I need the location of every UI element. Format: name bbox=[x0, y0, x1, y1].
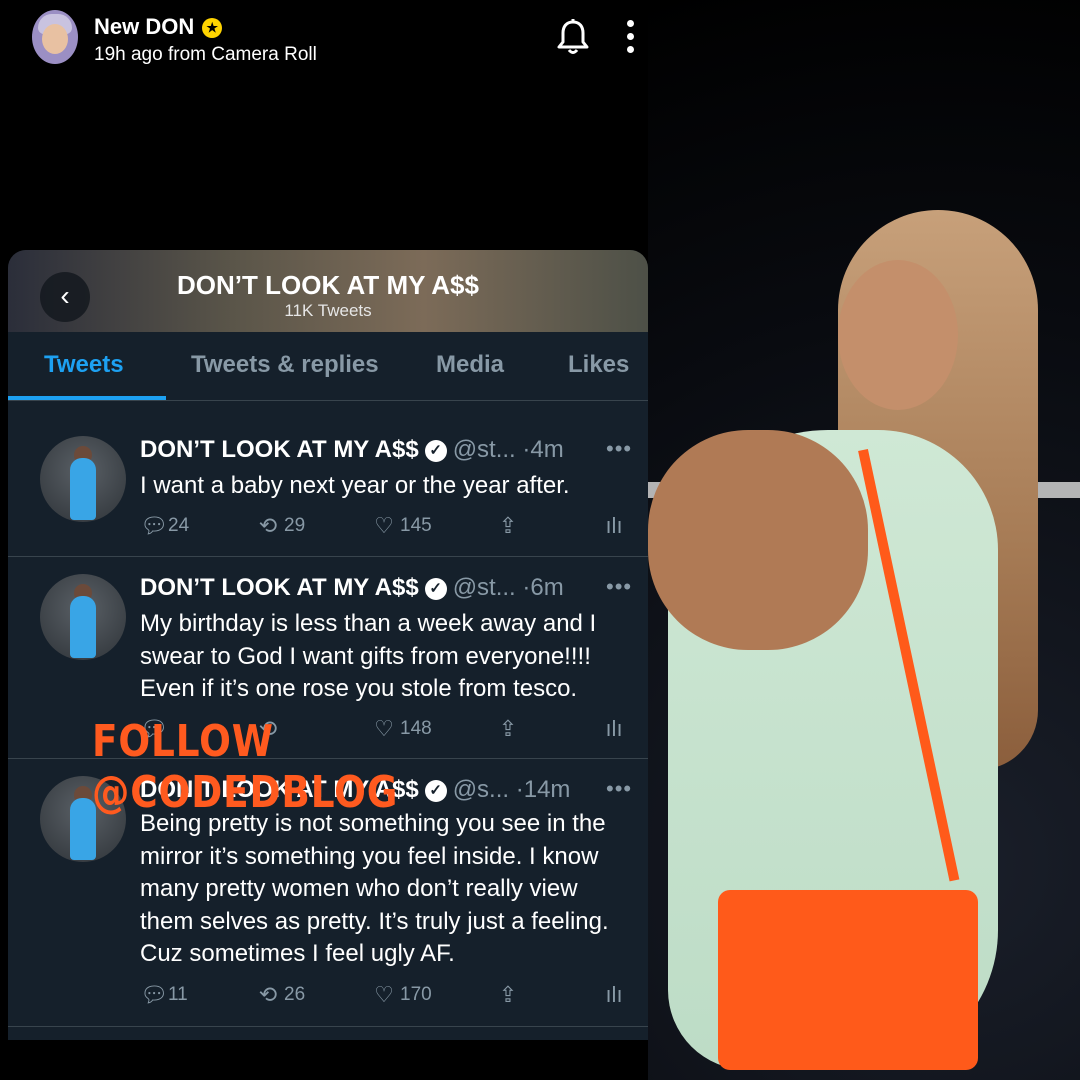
snapchat-story-panel: New DON ★ 19h ago from Camera Roll ‹ DON’… bbox=[8, 0, 648, 1080]
profile-name: DON’T LOOK AT MY A$$ bbox=[177, 270, 479, 300]
tweet-more-icon[interactable]: ••• bbox=[606, 574, 632, 600]
retweet-button[interactable]: ⟲ 26 bbox=[256, 982, 305, 1008]
heart-icon: ♡ bbox=[374, 982, 394, 1007]
tweet-avatar[interactable] bbox=[40, 574, 126, 660]
follow-watermark: FOLLOW @CODEDBLOG bbox=[92, 716, 399, 818]
tweet-text: I want a baby next year or the year afte… bbox=[140, 472, 570, 499]
tab-tweets-replies[interactable]: Tweets & replies bbox=[191, 351, 379, 379]
like-button[interactable]: ♡ 145 bbox=[372, 513, 432, 539]
share-icon: ⇪ bbox=[498, 982, 518, 1007]
photo-face bbox=[838, 260, 958, 410]
verified-badge-icon: ✓ bbox=[424, 577, 447, 600]
analytics-icon: ılı bbox=[605, 982, 623, 1007]
analytics-button[interactable]: ılı bbox=[602, 982, 626, 1008]
reply-icon: 💬︎ bbox=[140, 513, 168, 538]
tweet-time: ·4m bbox=[522, 436, 564, 463]
reply-button[interactable]: 💬︎24 bbox=[140, 513, 189, 539]
tweet-item[interactable]: DON’T LOOK AT MY A$$ ✓ @st... ·4m ••• I wa… bbox=[8, 418, 648, 557]
story-header: New DON ★ 19h ago from Camera Roll bbox=[8, 0, 648, 80]
tweet-more-icon[interactable]: ••• bbox=[606, 776, 632, 802]
tweet-handle: @st... bbox=[452, 436, 516, 463]
reply-button[interactable]: 💬︎11 bbox=[140, 982, 188, 1008]
verified-badge-icon: ✓ bbox=[424, 439, 447, 462]
tab-tweets[interactable]: Tweets bbox=[44, 351, 124, 379]
tweet-handle: @st... bbox=[452, 574, 516, 601]
tweet-text: My birthday is less than a week away and… bbox=[140, 610, 597, 702]
story-subtitle: 19h ago from Camera Roll bbox=[94, 44, 317, 65]
star-icon: ★ bbox=[202, 18, 223, 39]
tweet-more-icon[interactable]: ••• bbox=[606, 436, 632, 462]
tweet-header: DON’T LOOK AT MY A$$ ✓ @st... ·4m bbox=[140, 436, 564, 464]
bell-icon[interactable] bbox=[556, 18, 590, 56]
retweet-icon: ⟲ bbox=[258, 982, 278, 1007]
twitter-screenshot: ‹ DON’T LOOK AT MY A$$ 11K Tweets Tweets… bbox=[8, 250, 648, 1040]
reply-icon: 💬︎ bbox=[140, 982, 168, 1007]
tweet-text: Being pretty is not something you see in… bbox=[140, 810, 609, 967]
active-tab-indicator bbox=[8, 396, 166, 400]
profile-header: ‹ DON’T LOOK AT MY A$$ 11K Tweets bbox=[8, 250, 648, 332]
woman-photo bbox=[648, 0, 1080, 1080]
story-user-name[interactable]: New DON ★ bbox=[94, 14, 223, 40]
tab-likes[interactable]: Likes bbox=[568, 351, 629, 379]
share-button[interactable]: ⇪ bbox=[496, 982, 520, 1008]
tweet-count: 11K Tweets bbox=[284, 301, 372, 320]
tweet-actions: 💬︎24 ⟲ 29 ♡ 145 ⇪ ılı bbox=[140, 513, 623, 541]
profile-tabs: Tweets Tweets & replies Media Likes bbox=[8, 332, 648, 401]
tweet-header: DON’T LOOK AT MY A$$ ✓ @st... ·6m bbox=[140, 574, 564, 602]
more-options-icon[interactable] bbox=[626, 20, 636, 56]
tweet-author-name[interactable]: DON’T LOOK AT MY A$$ bbox=[140, 436, 419, 463]
analytics-icon: ılı bbox=[605, 716, 623, 741]
photo-arm bbox=[648, 430, 868, 650]
story-user-name-text: New DON bbox=[94, 14, 195, 39]
tab-media[interactable]: Media bbox=[436, 351, 504, 379]
tweet-actions: 💬︎11 ⟲ 26 ♡ 170 ⇪ ılı bbox=[140, 982, 623, 1010]
share-icon: ⇪ bbox=[498, 513, 518, 538]
tweet-time: ·6m bbox=[522, 574, 564, 601]
retweet-icon: ⟲ bbox=[258, 513, 278, 538]
analytics-icon: ılı bbox=[605, 513, 623, 538]
heart-icon: ♡ bbox=[374, 513, 394, 538]
tweet-avatar[interactable] bbox=[40, 436, 126, 522]
analytics-button[interactable]: ılı bbox=[602, 513, 626, 539]
analytics-button[interactable]: ılı bbox=[602, 716, 626, 742]
avatar-face bbox=[42, 24, 68, 54]
tweet-author-name[interactable]: DON’T LOOK AT MY A$$ bbox=[140, 574, 419, 601]
photo-orange-bag bbox=[718, 890, 978, 1070]
share-button[interactable]: ⇪ bbox=[496, 513, 520, 539]
like-button[interactable]: ♡ 170 bbox=[372, 982, 432, 1008]
retweet-button[interactable]: ⟲ 29 bbox=[256, 513, 305, 539]
bitmoji-avatar[interactable] bbox=[32, 10, 78, 64]
